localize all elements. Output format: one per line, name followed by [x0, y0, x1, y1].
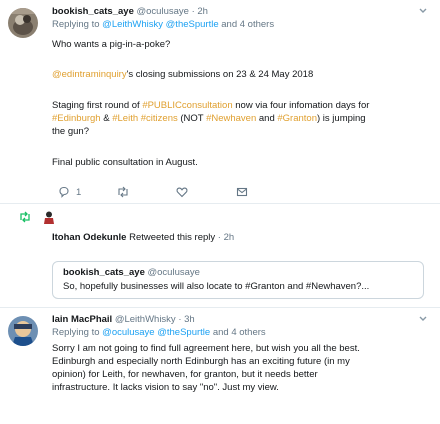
quoted-text: So, hopefully businesses will also locat… — [63, 281, 370, 292]
tweet-text-line: Sorry I am not going to find full agreem… — [52, 343, 360, 354]
tweet-text: now via four infomation days for — [235, 100, 370, 111]
reply-count: 1 — [76, 186, 82, 198]
retweeter-avatar[interactable] — [42, 210, 56, 224]
quoted-author-handle: @oculusaye — [147, 267, 200, 278]
author-handle[interactable]: @LeithWhisky — [115, 314, 176, 325]
envelope-icon — [236, 187, 248, 197]
tweet-bookish-cats[interactable]: bookish_cats_aye @oculusaye · 2h Replyin… — [0, 0, 440, 204]
avatar[interactable] — [8, 316, 38, 346]
tweet-text-line: Who wants a pig-in-a-poke? — [52, 39, 171, 50]
replying-prefix: Replying to — [52, 327, 100, 338]
tweet-text: ) is jumping — [317, 113, 366, 124]
retweet-button[interactable] — [116, 186, 130, 198]
tweet-text: (NOT — [180, 113, 204, 124]
timestamp[interactable]: · 3h — [178, 314, 194, 325]
hashtag-link[interactable]: #Leith — [112, 113, 138, 124]
heart-icon — [176, 187, 188, 198]
avatar-cat-icon — [8, 8, 38, 38]
author-name[interactable]: bookish_cats_aye — [52, 6, 134, 17]
replying-to-mentions[interactable]: @oculusaye @theSpurtle — [102, 327, 210, 338]
quoted-author-name: bookish_cats_aye — [63, 267, 145, 278]
tweet-text: and — [258, 113, 275, 124]
tweet-text: & — [103, 113, 110, 124]
tweet-text: 's closing submissions on 23 & 24 May 20… — [126, 69, 314, 80]
hashtag-link[interactable]: #Granton — [277, 113, 317, 124]
more-icon[interactable] — [418, 314, 428, 327]
tweet-text-line: the gun? — [52, 126, 89, 137]
avatar-photo-icon — [8, 316, 38, 346]
tweet-text-line: Final public consultation in August. — [52, 157, 198, 168]
retweet-label: Retweeted this reply — [129, 232, 216, 243]
tweet-actions: 1 — [58, 186, 258, 200]
reply-button[interactable]: 1 — [58, 186, 81, 198]
retweet-icon — [20, 211, 30, 223]
replying-to-mentions[interactable]: @LeithWhisky @theSpurtle — [102, 19, 218, 30]
more-icon[interactable] — [418, 6, 428, 19]
retweet-icon — [118, 186, 128, 198]
person-icon — [42, 210, 56, 224]
tweet-iain-macphail[interactable]: Iain MacPhail @LeithWhisky · 3h Replying… — [0, 308, 440, 424]
hashtag-link[interactable]: #citizens — [141, 113, 178, 124]
tweet-text: Staging first round of — [52, 100, 140, 111]
replying-suffix[interactable]: and 4 others — [213, 327, 266, 338]
dm-button[interactable] — [236, 186, 248, 198]
hashtag-link[interactable]: #Edinburgh — [52, 113, 101, 124]
timestamp[interactable]: · 2h — [218, 232, 234, 243]
retweeter-name[interactable]: Itohan Odekunle — [52, 232, 126, 243]
tweet-text-line: Edinburgh and especially north Edinburgh… — [52, 356, 350, 367]
tweet-text-line: opinion) for Leith, for newhaven, for gr… — [52, 369, 318, 380]
replying-prefix: Replying to — [52, 19, 100, 30]
like-button[interactable] — [176, 186, 188, 198]
timestamp[interactable]: · 2h — [192, 6, 208, 17]
hashtag-link[interactable]: #PUBLICconsultation — [142, 100, 232, 111]
avatar[interactable] — [8, 8, 38, 38]
replying-suffix[interactable]: and 4 others — [221, 19, 274, 30]
quoted-reply-card[interactable]: bookish_cats_aye @oculusaye So, hopefull… — [52, 261, 424, 299]
author-name[interactable]: Iain MacPhail — [52, 314, 112, 325]
hashtag-link[interactable]: #Newhaven — [206, 113, 256, 124]
mention-link[interactable]: @edintraminquiry — [52, 69, 127, 80]
author-handle[interactable]: @oculusaye — [137, 6, 189, 17]
reply-icon — [59, 186, 69, 198]
tweet-text-line: infrastructure. It lacks vision to say "… — [52, 382, 279, 393]
